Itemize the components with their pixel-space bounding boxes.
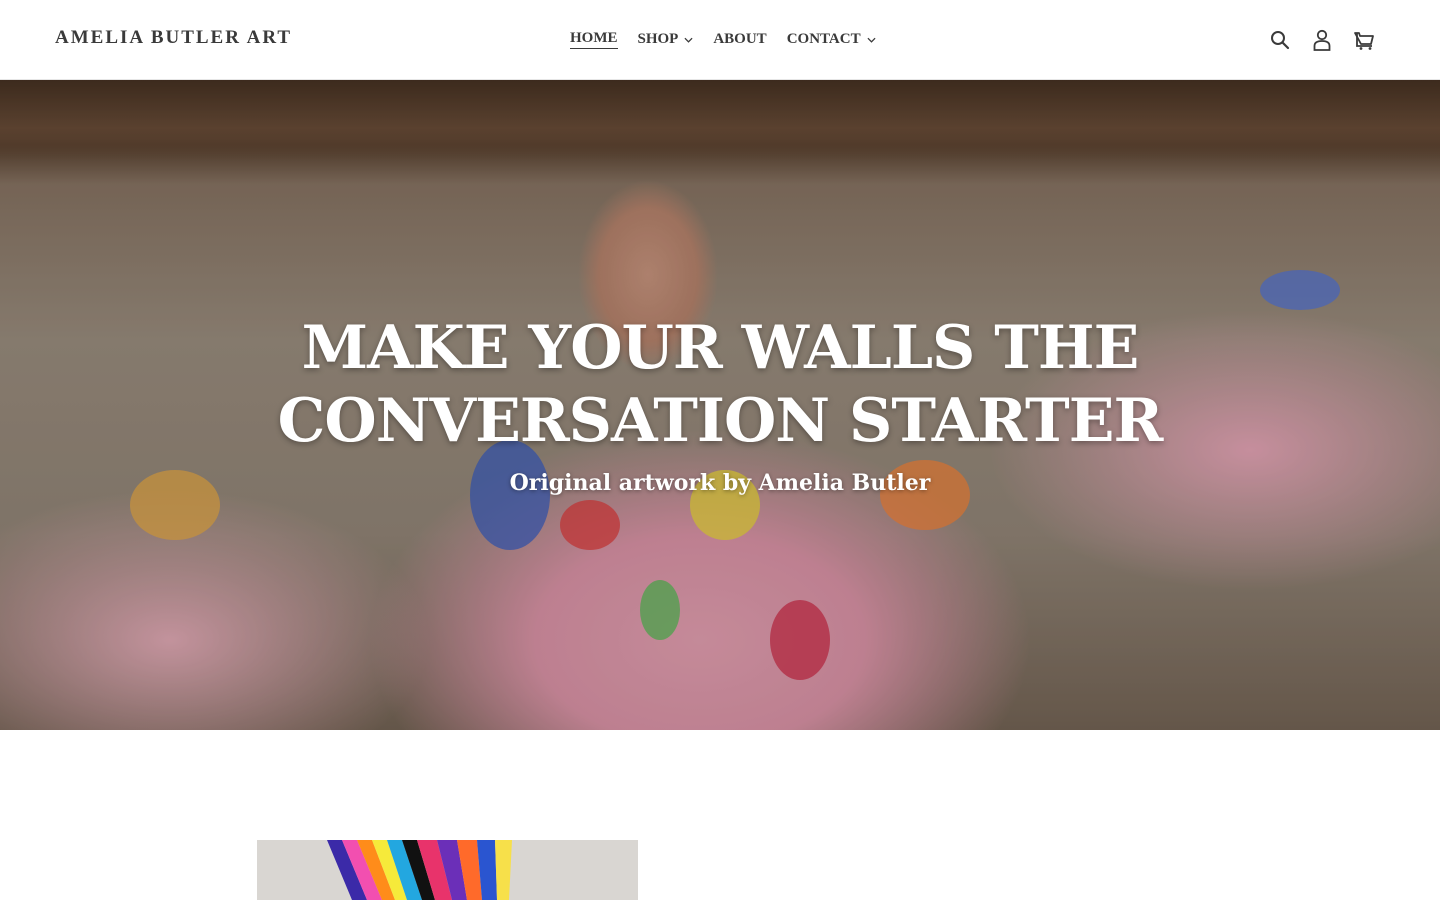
nav-item-label: ABOUT <box>713 31 767 47</box>
chevron-down-icon <box>684 37 693 43</box>
hero-title-line-1: MAKE YOUR WALLS THE <box>301 313 1140 383</box>
search-icon <box>1271 31 1290 50</box>
header-icons <box>1268 28 1376 52</box>
nav-item-shop[interactable]: SHOP <box>628 31 704 48</box>
artwork-thumbnail <box>257 840 638 900</box>
hero-subtitle: Original artwork by Amelia Butler <box>509 470 931 496</box>
nav-item-label: HOME <box>570 30 618 49</box>
main-nav: HOME SHOP ABOUT CONTACT <box>560 30 886 49</box>
hero-banner: MAKE YOUR WALLS THE CONVERSATION STARTER… <box>0 80 1440 730</box>
search-button[interactable] <box>1268 28 1292 52</box>
nav-item-home[interactable]: HOME <box>560 30 628 49</box>
nav-item-contact[interactable]: CONTACT <box>777 31 886 48</box>
cart-button[interactable] <box>1352 28 1376 52</box>
account-icon <box>1313 29 1331 51</box>
nav-item-label: SHOP <box>637 31 679 47</box>
account-button[interactable] <box>1310 28 1334 52</box>
site-header: AMELIA BUTLER ART HOME SHOP ABOUT CONTAC… <box>0 0 1440 80</box>
hero-title: MAKE YOUR WALLS THE CONVERSATION STARTER <box>270 312 1170 458</box>
hero-content: MAKE YOUR WALLS THE CONVERSATION STARTER… <box>0 312 1440 496</box>
nav-item-label: CONTACT <box>786 31 861 47</box>
hero-title-line-2: CONVERSATION STARTER <box>277 386 1164 456</box>
featured-artwork-image[interactable] <box>257 840 638 900</box>
chevron-down-icon <box>867 37 876 43</box>
cart-icon <box>1354 32 1374 50</box>
site-logo[interactable]: AMELIA BUTLER ART <box>55 27 292 49</box>
nav-item-about[interactable]: ABOUT <box>703 31 776 48</box>
